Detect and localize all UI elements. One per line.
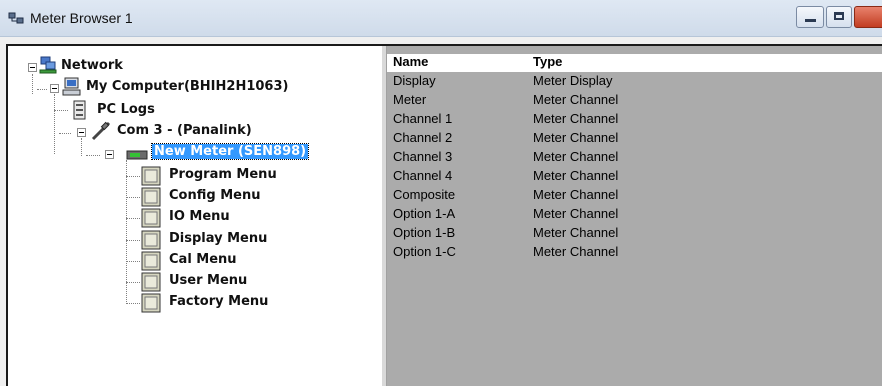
tree-node-io-menu[interactable]: IO Menu: [169, 209, 230, 224]
list-item-name: Channel 3: [393, 149, 453, 164]
close-button[interactable]: [854, 6, 882, 28]
tree-node-cal-menu[interactable]: Cal Menu: [169, 252, 237, 267]
tree-connector: [54, 94, 55, 154]
maximize-icon: [834, 12, 844, 20]
logs-icon: [73, 100, 86, 120]
list-item-type: Meter Channel: [533, 130, 619, 145]
list-item-type: Meter Channel: [533, 149, 619, 164]
menu-panel-icon: [141, 251, 161, 271]
tree-connector: [126, 303, 140, 304]
menu-panel-icon: [141, 293, 161, 313]
network-icon: [39, 56, 57, 74]
menu-panel-icon: [141, 187, 161, 207]
title-bar[interactable]: Meter Browser 1: [0, 0, 882, 37]
collapse-toggle-new-meter[interactable]: [105, 150, 114, 159]
tree-node-user-menu[interactable]: User Menu: [169, 273, 247, 288]
list-item-name: Meter: [393, 92, 427, 107]
window-title: Meter Browser 1: [30, 10, 133, 26]
list-item-name: Channel 4: [393, 168, 453, 183]
minimize-icon: [805, 19, 816, 22]
list-item[interactable]: Meter Meter Channel: [387, 92, 882, 111]
list-item[interactable]: Channel 4 Meter Channel: [387, 168, 882, 187]
column-header-type[interactable]: Type: [533, 54, 562, 69]
collapse-toggle-com3[interactable]: [77, 128, 86, 137]
menu-panel-icon: [141, 208, 161, 228]
tree-pane[interactable]: Network My Computer(BHIH2H1063) PC Logs …: [8, 46, 383, 386]
list-item[interactable]: Channel 3 Meter Channel: [387, 149, 882, 168]
list-header: Name Type: [387, 54, 882, 72]
menu-panel-icon: [141, 230, 161, 250]
tree-node-display-menu[interactable]: Display Menu: [169, 231, 267, 246]
list-item[interactable]: Channel 1 Meter Channel: [387, 111, 882, 130]
tree-connector: [86, 155, 100, 156]
list-item-type: Meter Channel: [533, 225, 619, 240]
tree-node-network[interactable]: Network: [61, 58, 123, 73]
meter-icon: [126, 150, 148, 160]
list-item[interactable]: Option 1-C Meter Channel: [387, 244, 882, 263]
list-item[interactable]: Option 1-A Meter Channel: [387, 206, 882, 225]
tree-node-new-meter[interactable]: New Meter (SEN898): [150, 143, 310, 160]
tree-node-program-menu[interactable]: Program Menu: [169, 167, 277, 182]
tree-connector: [81, 138, 82, 156]
list-item-type: Meter Display: [533, 73, 613, 88]
menu-panel-icon: [141, 272, 161, 292]
collapse-toggle-my-computer[interactable]: [50, 84, 59, 93]
tree-node-com3[interactable]: Com 3 - (Panalink): [117, 123, 252, 138]
list-item-name: Option 1-C: [393, 244, 456, 259]
list-item-name: Option 1-A: [393, 206, 456, 221]
minimize-button[interactable]: [796, 6, 824, 28]
meter-browser-window: Meter Browser 1 Network My Computer(BHIH…: [0, 0, 882, 386]
menu-panel-icon: [141, 166, 161, 186]
list-item[interactable]: Option 1-B Meter Channel: [387, 225, 882, 244]
list-item-name: Channel 2: [393, 130, 453, 145]
tree-connector: [54, 110, 68, 111]
tree-connector: [126, 218, 140, 219]
computer-icon: [62, 77, 81, 96]
list-item[interactable]: Composite Meter Channel: [387, 187, 882, 206]
list-item-name: Option 1-B: [393, 225, 456, 240]
list-item-type: Meter Channel: [533, 187, 619, 202]
collapse-toggle-network[interactable]: [28, 63, 37, 72]
list-item-type: Meter Channel: [533, 206, 619, 221]
serial-port-icon: [91, 121, 111, 141]
tree-connector: [32, 74, 33, 94]
tree-node-config-menu[interactable]: Config Menu: [169, 188, 260, 203]
tree-node-pc-logs[interactable]: PC Logs: [97, 102, 155, 117]
column-header-name[interactable]: Name: [393, 54, 428, 69]
list-item-type: Meter Channel: [533, 168, 619, 183]
tree-connector: [126, 240, 140, 241]
tree-node-my-computer[interactable]: My Computer(BHIH2H1063): [86, 79, 288, 94]
list-body: Display Meter Display Meter Meter Channe…: [387, 73, 882, 273]
list-item-type: Meter Channel: [533, 92, 619, 107]
tree-connector: [37, 89, 47, 90]
list-item-name: Display: [393, 73, 436, 88]
tree-connector: [126, 282, 140, 283]
list-item-name: Composite: [393, 187, 456, 202]
list-item-type: Meter Channel: [533, 244, 619, 259]
tree-connector: [126, 197, 140, 198]
tree-node-factory-menu[interactable]: Factory Menu: [169, 294, 268, 309]
tree-connector: [126, 261, 140, 262]
list-item[interactable]: Channel 2 Meter Channel: [387, 130, 882, 149]
tree-connector: [59, 133, 71, 134]
app-icon: [8, 12, 24, 24]
tree-connector: [126, 176, 140, 177]
list-item-name: Channel 1: [393, 111, 453, 126]
list-item-type: Meter Channel: [533, 111, 619, 126]
list-item[interactable]: Display Meter Display: [387, 73, 882, 92]
maximize-button[interactable]: [826, 6, 852, 28]
